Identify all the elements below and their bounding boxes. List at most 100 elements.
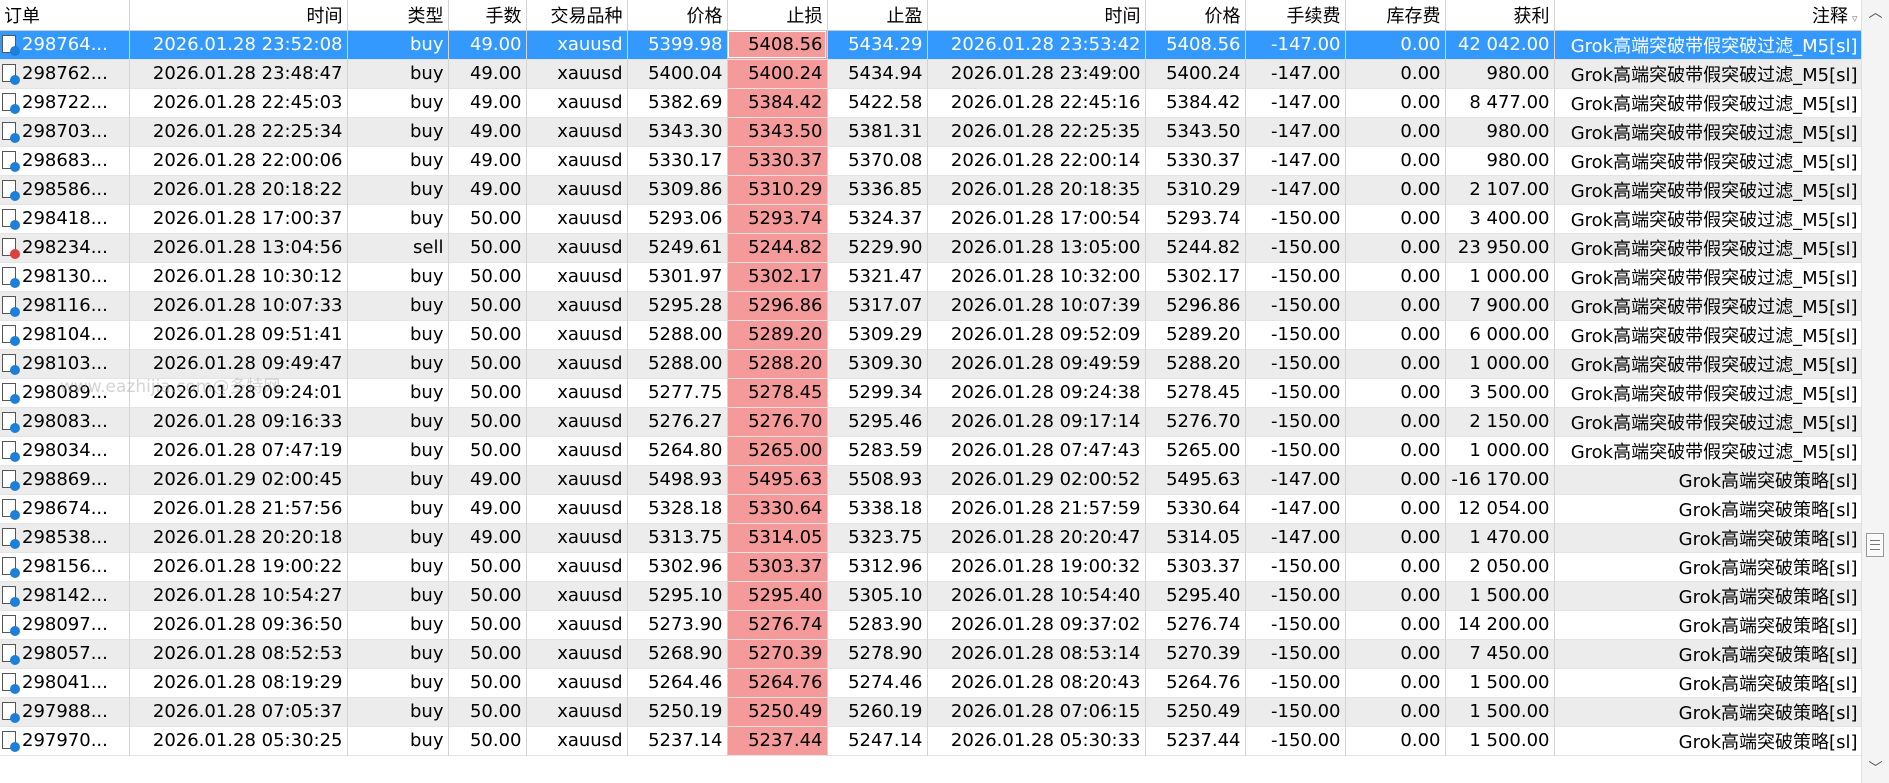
- buy-order-icon: [2, 557, 20, 578]
- table-row[interactable]: 298142... 2026.01.28 10:54:27 buy 50.00 xauu…: [0, 581, 1863, 610]
- cell-close-price: 5278.45: [1145, 378, 1246, 407]
- cell-close-time: 2026.01.28 23:49:00: [927, 59, 1146, 88]
- cell-profit: 7 900.00: [1445, 291, 1555, 320]
- cell-profit: 2 050.00: [1445, 552, 1555, 581]
- table-row[interactable]: 298764... 2026.01.28 23:52:08 buy 49.00 xauu…: [0, 30, 1863, 59]
- order-id: 298674...: [22, 498, 108, 519]
- cell-sl: 5289.20: [727, 320, 828, 349]
- column-header-swap[interactable]: 库存费: [1345, 0, 1446, 31]
- scroll-up-arrow-icon[interactable]: ︿: [1862, 0, 1889, 27]
- cell-open-time: 2026.01.28 21:57:56: [129, 494, 348, 523]
- table-row[interactable]: 298683... 2026.01.28 22:00:06 buy 49.00 xauu…: [0, 146, 1863, 175]
- table-row[interactable]: 297970... 2026.01.28 05:30:25 buy 50.00 xauu…: [0, 726, 1863, 755]
- column-header-symbol[interactable]: 交易品种: [526, 0, 628, 31]
- table-row[interactable]: 298156... 2026.01.28 19:00:22 buy 50.00 xauu…: [0, 552, 1863, 581]
- column-header-type[interactable]: 类型: [347, 0, 449, 31]
- cell-open-price: 5382.69: [627, 88, 728, 117]
- column-header-open-time[interactable]: 时间: [129, 0, 348, 31]
- cell-lots: 50.00: [448, 407, 527, 436]
- cell-commission: -147.00: [1245, 523, 1346, 552]
- cell-order: 298097...: [0, 610, 130, 639]
- cell-swap: 0.00: [1345, 291, 1446, 320]
- cell-order: 298234...: [0, 233, 130, 262]
- cell-commission: -150.00: [1245, 349, 1346, 378]
- buy-order-icon: [2, 64, 20, 85]
- cell-open-time: 2026.01.28 20:20:18: [129, 523, 348, 552]
- order-id: 298869...: [22, 469, 108, 490]
- cell-symbol: xauusd: [526, 233, 628, 262]
- cell-type: buy: [347, 465, 449, 494]
- table-row[interactable]: 298234... 2026.01.28 13:04:56 sell 50.00 xau…: [0, 233, 1863, 262]
- cell-type: buy: [347, 668, 449, 697]
- column-header-close-price[interactable]: 价格: [1145, 0, 1246, 31]
- cell-tp: 5278.90: [827, 639, 928, 668]
- scroll-down-arrow-icon[interactable]: ﹀: [1862, 756, 1889, 783]
- cell-close-time: 2026.01.28 10:07:39: [927, 291, 1146, 320]
- table-row[interactable]: 297988... 2026.01.28 07:05:37 buy 50.00 xauu…: [0, 697, 1863, 726]
- cell-close-price: 5310.29: [1145, 175, 1246, 204]
- cell-open-price: 5237.14: [627, 726, 728, 755]
- column-header-order[interactable]: 订单: [0, 0, 130, 31]
- table-row[interactable]: 298722... 2026.01.28 22:45:03 buy 49.00 xauu…: [0, 88, 1863, 117]
- scrollbar-grip-icon[interactable]: [1866, 533, 1884, 557]
- cell-close-price: 5314.05: [1145, 523, 1246, 552]
- cell-swap: 0.00: [1345, 117, 1446, 146]
- table-row[interactable]: 298869... 2026.01.29 02:00:45 buy 49.00 xauu…: [0, 465, 1863, 494]
- order-id: 298722...: [22, 92, 108, 113]
- table-row[interactable]: 298103... 2026.01.28 09:49:47 buy 50.00 xauu…: [0, 349, 1863, 378]
- table-row[interactable]: 298057... 2026.01.28 08:52:53 buy 50.00 xauu…: [0, 639, 1863, 668]
- table-row[interactable]: 298034... 2026.01.28 07:47:19 buy 50.00 xauu…: [0, 436, 1863, 465]
- vertical-scrollbar[interactable]: ︿ ﹀: [1861, 0, 1889, 783]
- cell-open-time: 2026.01.28 22:25:34: [129, 117, 348, 146]
- cell-profit: 980.00: [1445, 146, 1555, 175]
- table-row[interactable]: 298418... 2026.01.28 17:00:37 buy 50.00 xauu…: [0, 204, 1863, 233]
- cell-comment: Grok高端突破带假突破过滤_M5[sl]: [1554, 291, 1863, 320]
- table-row[interactable]: 298041... 2026.01.28 08:19:29 buy 50.00 xauu…: [0, 668, 1863, 697]
- cell-profit: 6 000.00: [1445, 320, 1555, 349]
- column-header-commission[interactable]: 手续费: [1245, 0, 1346, 31]
- column-header-sl[interactable]: 止损: [727, 0, 828, 31]
- column-header-lots[interactable]: 手数: [448, 0, 527, 31]
- column-header-comment[interactable]: 注释 ▿: [1554, 0, 1863, 31]
- table-row[interactable]: 298538... 2026.01.28 20:20:18 buy 49.00 xauu…: [0, 523, 1863, 552]
- column-header-tp[interactable]: 止盈: [827, 0, 928, 31]
- cell-sl: 5343.50: [727, 117, 828, 146]
- table-row[interactable]: 298116... 2026.01.28 10:07:33 buy 50.00 xauu…: [0, 291, 1863, 320]
- table-row[interactable]: 298703... 2026.01.28 22:25:34 buy 49.00 xauu…: [0, 117, 1863, 146]
- cell-order: 298683...: [0, 146, 130, 175]
- table-row[interactable]: 298674... 2026.01.28 21:57:56 buy 49.00 xauu…: [0, 494, 1863, 523]
- table-row[interactable]: 298586... 2026.01.28 20:18:22 buy 49.00 xauu…: [0, 175, 1863, 204]
- column-header-close-time[interactable]: 时间: [927, 0, 1146, 31]
- cell-comment: Grok高端突破带假突破过滤_M5[sl]: [1554, 88, 1863, 117]
- cell-sl: 5314.05: [727, 523, 828, 552]
- cell-open-price: 5288.00: [627, 349, 728, 378]
- cell-open-price: 5343.30: [627, 117, 728, 146]
- cell-type: buy: [347, 88, 449, 117]
- column-header-profit[interactable]: 获利: [1445, 0, 1555, 31]
- table-row[interactable]: 298083... 2026.01.28 09:16:33 buy 50.00 xauu…: [0, 407, 1863, 436]
- table-row[interactable]: 298089... 2026.01.28 09:24:01 buy 50.00 xauu…: [0, 378, 1863, 407]
- cell-comment: Grok高端突破策略[sl]: [1554, 494, 1863, 523]
- table-row[interactable]: 298097... 2026.01.28 09:36:50 buy 50.00 xauu…: [0, 610, 1863, 639]
- cell-commission: -150.00: [1245, 610, 1346, 639]
- cell-swap: 0.00: [1345, 465, 1446, 494]
- cell-comment: Grok高端突破策略[sl]: [1554, 465, 1863, 494]
- table-row[interactable]: 298762... 2026.01.28 23:48:47 buy 49.00 xauu…: [0, 59, 1863, 88]
- cell-order: 298869...: [0, 465, 130, 494]
- cell-type: sell: [347, 233, 449, 262]
- cell-sl: 5270.39: [727, 639, 828, 668]
- column-header-open-price[interactable]: 价格: [627, 0, 728, 31]
- table-row[interactable]: 298104... 2026.01.28 09:51:41 buy 50.00 xauu…: [0, 320, 1863, 349]
- buy-order-icon: [2, 180, 20, 201]
- cell-sl: 5408.56: [727, 30, 828, 59]
- cell-open-time: 2026.01.28 10:30:12: [129, 262, 348, 291]
- cell-close-time: 2026.01.28 08:53:14: [927, 639, 1146, 668]
- order-id: 298683...: [22, 150, 108, 171]
- cell-sl: 5384.42: [727, 88, 828, 117]
- cell-open-time: 2026.01.28 09:16:33: [129, 407, 348, 436]
- table-row[interactable]: 298130... 2026.01.28 10:30:12 buy 50.00 xauu…: [0, 262, 1863, 291]
- cell-close-price: 5408.56: [1145, 30, 1246, 59]
- buy-order-icon: [2, 35, 20, 56]
- cell-type: buy: [347, 436, 449, 465]
- cell-symbol: xauusd: [526, 668, 628, 697]
